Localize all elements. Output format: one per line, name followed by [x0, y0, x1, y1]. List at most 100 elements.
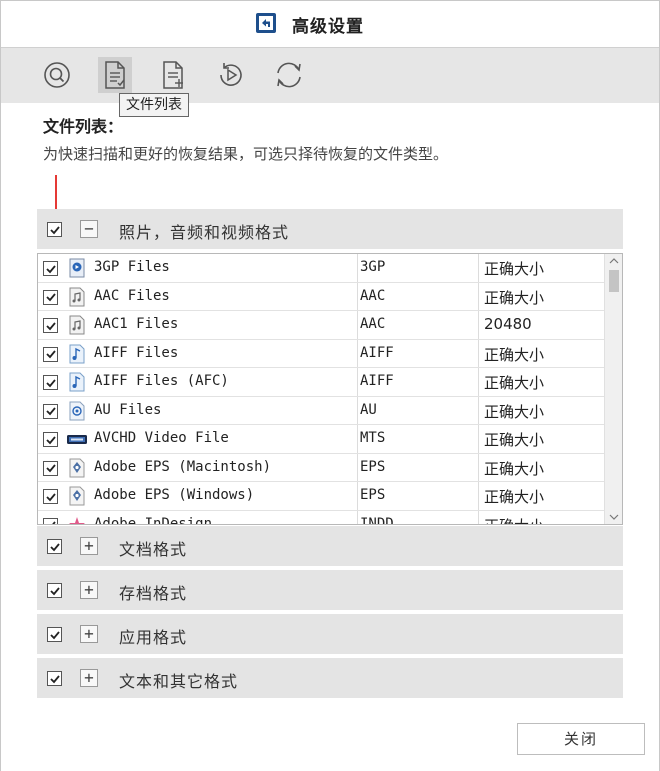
replay-icon	[220, 63, 242, 86]
expand-button[interactable]: +	[80, 625, 98, 643]
table-row[interactable]: AVCHD Video File MTS 正确大小	[38, 425, 604, 454]
checkmark-icon	[45, 464, 56, 473]
file-extension: EPS	[360, 458, 386, 475]
group-document[interactable]: + 文档格式	[37, 526, 623, 568]
chevron-down-icon	[609, 514, 619, 520]
back-icon[interactable]	[255, 12, 277, 34]
file-list-icon	[105, 61, 125, 89]
group-label: 文档格式	[119, 540, 188, 559]
row-checkbox[interactable]	[43, 403, 58, 419]
table-row[interactable]: AIFF Files (AFC) AIFF 正确大小	[38, 368, 604, 397]
group-label: 照片，音频和视频格式	[119, 223, 290, 242]
file-name: AIFF Files (AFC)	[94, 373, 229, 389]
vertical-scrollbar[interactable]	[604, 254, 622, 524]
row-checkbox[interactable]	[43, 346, 58, 362]
file-extension: AAC	[360, 287, 386, 304]
row-checkbox[interactable]	[43, 318, 58, 333]
checkmark-icon	[49, 542, 60, 551]
file-extension: AIFF	[360, 373, 394, 389]
table-row[interactable]: AIFF Files AIFF 正确大小	[38, 340, 604, 368]
group-checkbox[interactable]	[47, 222, 62, 237]
scrollbar-thumb[interactable]	[609, 270, 619, 292]
audio-file-icon	[69, 287, 85, 306]
content-area: 文件列表： 为快速扫描和更好的恢复结果，可选只择待恢复的文件类型。 − 照片，音…	[1, 103, 659, 771]
file-size: 20480	[484, 315, 532, 333]
group-application[interactable]: + 应用格式	[37, 614, 623, 656]
file-size: 正确大小	[484, 515, 544, 525]
row-checkbox[interactable]	[43, 489, 58, 504]
file-name: Adobe InDesign	[94, 515, 213, 525]
row-checkbox[interactable]	[43, 261, 58, 276]
group-photo-audio-video[interactable]: − 照片，音频和视频格式	[37, 209, 623, 251]
file-size: 正确大小	[484, 260, 545, 278]
checkmark-icon	[51, 521, 56, 524]
row-checkbox[interactable]	[43, 375, 58, 390]
row-checkbox[interactable]	[43, 432, 58, 447]
file-name: 3GP Files	[94, 259, 170, 275]
checkmark-icon	[45, 293, 56, 302]
toolbar	[1, 47, 659, 103]
table-row[interactable]: AAC1 Files AAC 20480	[38, 311, 604, 340]
table-row[interactable]: Adobe EPS (Macintosh) EPS 正确大小	[38, 454, 604, 482]
group-checkbox[interactable]	[47, 627, 62, 642]
file-name: AU Files	[94, 401, 162, 418]
avchd-icon	[67, 435, 87, 444]
group-label: 应用格式	[119, 628, 188, 647]
search-button[interactable]	[40, 57, 74, 93]
checkmark-icon	[49, 630, 60, 639]
checkmark-icon	[49, 225, 60, 234]
window-title: 高级设置	[292, 17, 364, 37]
checkmark-icon	[45, 350, 56, 359]
file-name: Adobe EPS (Macintosh)	[94, 458, 272, 475]
eps-file-icon	[69, 458, 85, 477]
music-file-icon	[69, 372, 85, 392]
group-text-other[interactable]: + 文本和其它格式	[37, 658, 623, 700]
expand-button[interactable]: +	[80, 669, 98, 687]
group-label: 文本和其它格式	[119, 672, 239, 691]
group-checkbox[interactable]	[47, 671, 62, 686]
indesign-file-icon	[69, 516, 85, 524]
file-size: 正确大小	[484, 488, 545, 506]
file-extension: AU	[360, 401, 377, 418]
row-checkbox[interactable]	[43, 460, 58, 476]
checkmark-icon	[49, 586, 60, 595]
file-name: AIFF Files	[94, 344, 179, 361]
title-bar: 高级设置	[1, 1, 659, 47]
file-extension: 3GP	[360, 259, 386, 275]
table-row[interactable]: Adobe EPS (Windows) EPS 正确大小	[38, 482, 604, 511]
table-row[interactable]: AU Files AU 正确大小	[38, 397, 604, 425]
refresh-button[interactable]	[272, 57, 306, 93]
group-archive[interactable]: + 存档格式	[37, 570, 623, 612]
table-row[interactable]: Adobe InDesign INDD 正确大小	[38, 511, 604, 525]
expand-button[interactable]: +	[80, 537, 98, 555]
advanced-settings-window: 高级设置 文件列表 文件列表： 为快速扫描和更好的恢复结果，可选只择待恢复的文件…	[0, 0, 660, 771]
file-name: AAC Files	[94, 287, 170, 304]
table-row[interactable]: AAC Files AAC 正确大小	[38, 283, 604, 311]
group-checkbox[interactable]	[47, 583, 62, 598]
checkmark-icon	[45, 492, 56, 501]
video-file-icon	[69, 258, 85, 278]
collapse-button[interactable]: −	[80, 220, 98, 238]
scroll-down-button[interactable]	[605, 510, 622, 524]
checkmark-icon	[45, 264, 56, 273]
group-checkbox[interactable]	[47, 539, 62, 554]
file-size: 正确大小	[484, 288, 545, 307]
close-button[interactable]: 关闭	[517, 723, 645, 755]
checkmark-icon	[45, 321, 56, 330]
add-file-icon	[163, 61, 183, 89]
replay-button[interactable]	[214, 57, 248, 93]
row-checkbox[interactable]	[43, 289, 58, 305]
table-row[interactable]: 3GP Files 3GP 正确大小	[38, 254, 604, 283]
checkmark-icon	[45, 407, 56, 416]
row-checkbox[interactable]	[43, 517, 58, 524]
file-extension: EPS	[360, 487, 386, 503]
section-title: 文件列表：	[43, 117, 124, 136]
add-file-button[interactable]	[156, 57, 190, 93]
file-list-button[interactable]	[98, 57, 132, 93]
file-size: 正确大小	[484, 374, 545, 392]
audio-file-icon	[69, 401, 85, 420]
music-file-icon	[69, 344, 85, 363]
scroll-up-button[interactable]	[605, 254, 622, 268]
expand-button[interactable]: +	[80, 581, 98, 599]
file-extension: MTS	[360, 430, 386, 446]
